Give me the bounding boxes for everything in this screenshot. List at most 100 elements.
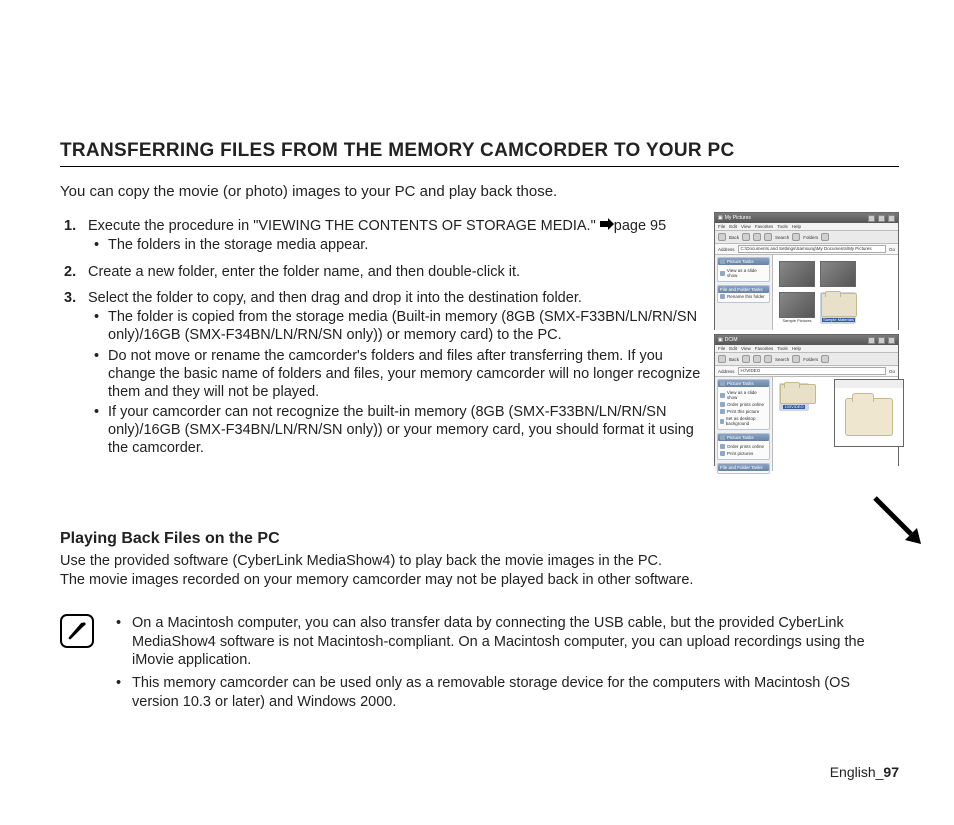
menu-item: Favorites (755, 346, 774, 351)
bullet-icon (720, 402, 725, 407)
step-item: 1. Execute the procedure in "VIEWING THE… (64, 218, 708, 254)
page-footer: English_97 (830, 764, 899, 780)
note-icon (60, 614, 94, 648)
bullet-icon: • (88, 236, 108, 254)
section-heading: TRANSFERRING FILES FROM THE MEMORY CAMCO… (60, 140, 899, 167)
bullet-text: If your camcorder can not recognize the … (108, 403, 708, 457)
bullet-icon (720, 409, 725, 414)
bullet-icon (720, 393, 725, 398)
bullet-icon (720, 271, 725, 276)
panel-item: Print pictures (727, 451, 753, 456)
back-icon (718, 355, 726, 363)
bullet-icon (720, 451, 725, 456)
thumbnail-icon (779, 292, 815, 318)
address-field: C:\Documents and Settings\Samsung\My Doc… (738, 245, 886, 253)
step-number: 2. (64, 264, 88, 280)
folder-icon (821, 293, 857, 317)
thumbnail-label: 100VIDEO (783, 405, 804, 409)
bullet-icon: • (88, 403, 108, 457)
step-text: Execute the procedure in "VIEWING THE CO… (88, 218, 600, 234)
search-label: Search (775, 235, 789, 240)
footer-page-number: 97 (883, 764, 899, 780)
menu-item: View (741, 346, 751, 351)
back-label: Back (729, 235, 739, 240)
bullet-icon (720, 444, 725, 449)
toolbar: Back Search Folders (715, 353, 898, 366)
panel-item: Order prints online (727, 444, 764, 449)
bullet-icon: • (88, 347, 108, 401)
note-text: This memory camcorder can be used only a… (132, 674, 899, 712)
bullet-text: The folder is copied from the storage me… (108, 308, 708, 344)
flag-icon: ▣ (718, 215, 723, 221)
maximize-icon (878, 215, 885, 222)
note-list: •On a Macintosh computer, you can also t… (112, 614, 899, 716)
folders-icon (792, 233, 800, 241)
figure-window-my-pictures: ▣ My Pictures File Edit View Favorites T… (714, 212, 899, 330)
note-text: On a Macintosh computer, you can also tr… (132, 614, 899, 671)
bullet-icon: • (112, 674, 132, 712)
views-icon (821, 355, 829, 363)
step-text: Select the folder to copy, and then drag… (88, 290, 582, 306)
fwd-icon (742, 233, 750, 241)
thumbnail-label: Sample Materials (822, 318, 855, 322)
content-pane: Sample Pictures Sample Materials (773, 255, 898, 330)
menu-item: Tools (777, 346, 788, 351)
address-bar: Address C:\Documents and Settings\Samsun… (715, 244, 898, 255)
note-box: •On a Macintosh computer, you can also t… (60, 614, 899, 716)
address-label: Address (718, 247, 735, 252)
folders-label: Folders (803, 357, 818, 362)
destination-folder-icon (845, 398, 893, 436)
figure-group: ▣ My Pictures File Edit View Favorites T… (714, 212, 899, 470)
bullet-icon: • (112, 614, 132, 671)
panel-heading: Picture Tasks (727, 259, 754, 264)
step-number: 1. (64, 218, 88, 254)
step-text: Create a new folder, enter the folder na… (88, 264, 520, 280)
picture-icon (720, 259, 725, 264)
address-label: Address (718, 369, 735, 374)
panel-heading: Picture Tasks (727, 435, 754, 440)
step-body: Select the folder to copy, and then drag… (88, 290, 708, 457)
panel-heading: File and Folder Tasks (720, 287, 763, 292)
window-title: My Pictures (725, 215, 865, 221)
picture-icon (720, 435, 725, 440)
panel-item: Order prints online (727, 402, 764, 407)
menu-item: Favorites (755, 224, 774, 229)
views-icon (821, 233, 829, 241)
step-item: 3. Select the folder to copy, and then d… (64, 290, 708, 457)
menu-item: File (718, 224, 725, 229)
intro-paragraph: You can copy the movie (or photo) images… (60, 183, 899, 200)
bullet-text: The folders in the storage media appear. (108, 236, 368, 254)
paragraph: The movie images recorded on your memory… (60, 571, 899, 590)
window-title: DCIM (725, 337, 865, 343)
up-icon (753, 233, 761, 241)
folders-icon (792, 355, 800, 363)
address-bar: Address H:\VIDEO Go (715, 366, 898, 377)
folder-icon (780, 384, 816, 404)
panel-heading: File and Folder Tasks (720, 465, 763, 470)
figure-window-destination (834, 379, 904, 447)
menu-item: Help (792, 346, 801, 351)
panel-item: View as a slide show (727, 390, 767, 400)
folders-label: Folders (803, 235, 818, 240)
step-body: Execute the procedure in "VIEWING THE CO… (88, 218, 708, 254)
menu-item: Tools (777, 224, 788, 229)
back-icon (718, 233, 726, 241)
search-icon (764, 355, 772, 363)
menu-item: Help (792, 224, 801, 229)
minimize-icon (868, 337, 875, 344)
bullet-text: Do not move or rename the camcorder's fo… (108, 347, 708, 401)
bullet-icon: • (88, 308, 108, 344)
step-number: 3. (64, 290, 88, 457)
minimize-icon (868, 215, 875, 222)
panel-item: View as a slide show (727, 268, 767, 278)
close-icon (888, 337, 895, 344)
page-ref: page 95 (614, 218, 666, 234)
panel-item: Print this picture (727, 409, 759, 414)
panel-item: Set as desktop background (726, 416, 767, 426)
back-label: Back (729, 357, 739, 362)
search-label: Search (775, 357, 789, 362)
up-icon (753, 355, 761, 363)
close-icon (888, 215, 895, 222)
maximize-icon (878, 337, 885, 344)
toolbar: Back Search Folders (715, 231, 898, 244)
